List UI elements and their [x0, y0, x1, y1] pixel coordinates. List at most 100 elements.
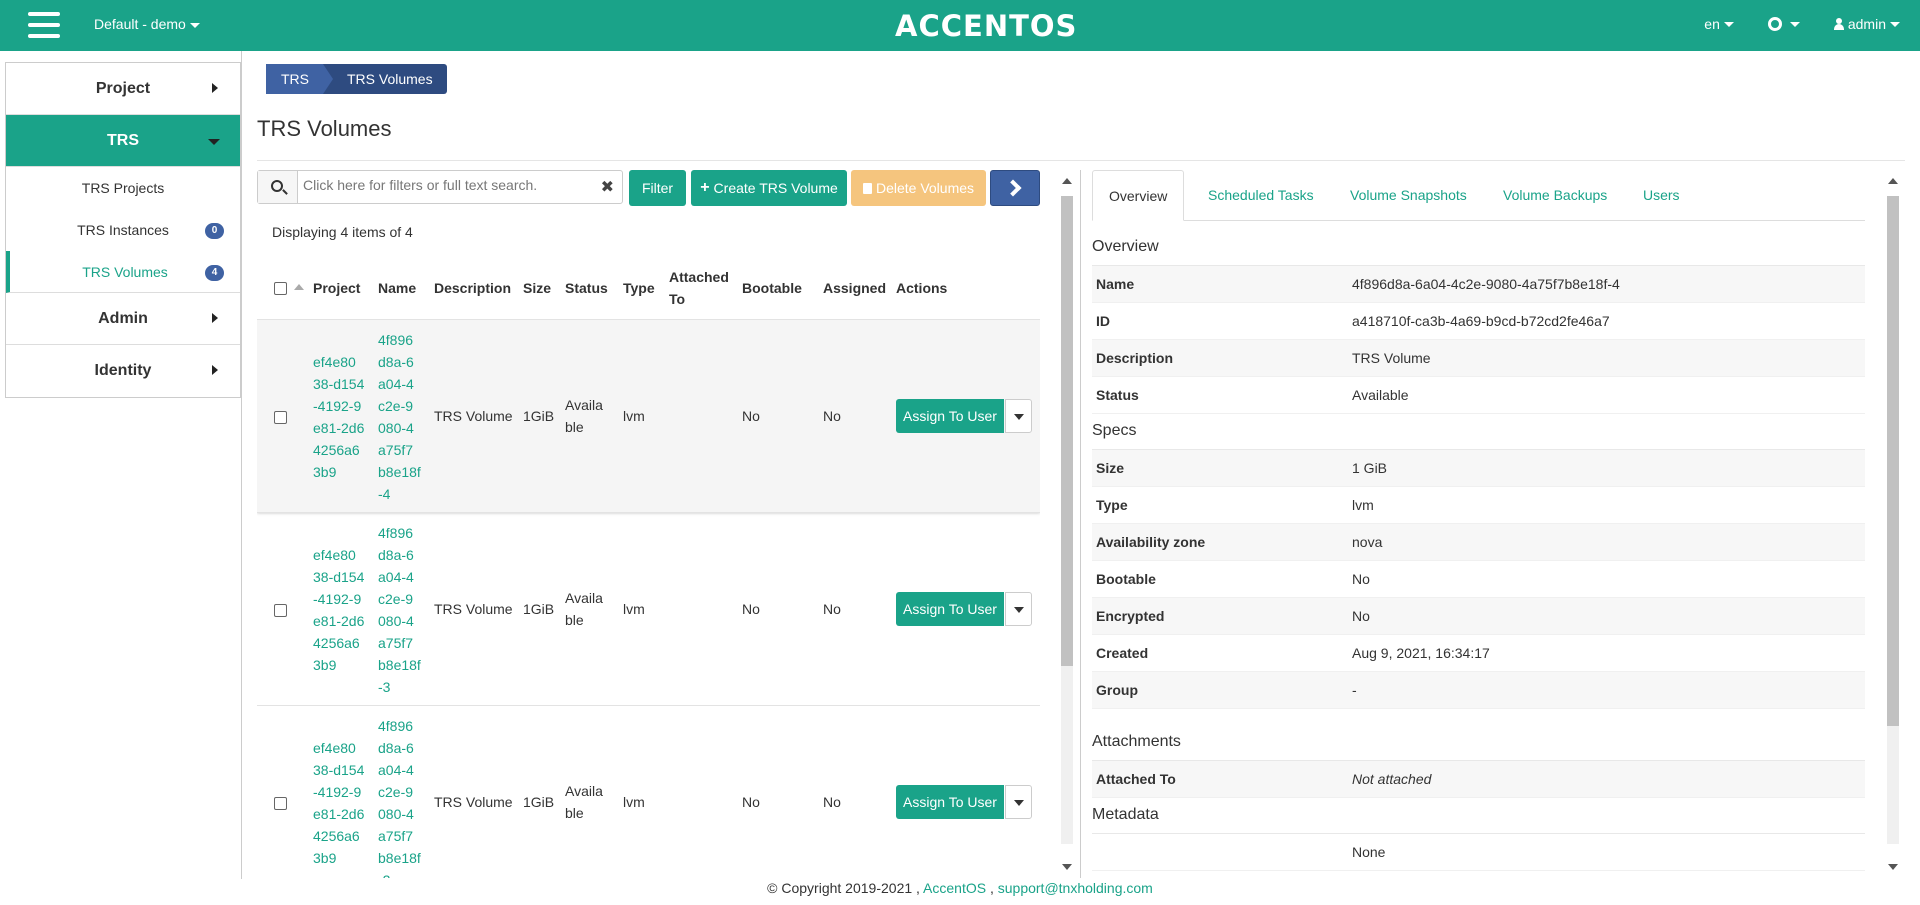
- chevron-right-icon: [1004, 179, 1022, 197]
- assign-to-user-button[interactable]: Assign To User: [896, 592, 1004, 626]
- column-header-project[interactable]: Project: [313, 277, 360, 299]
- create-volume-button[interactable]: + Create TRS Volume: [691, 170, 847, 206]
- select-all-checkbox[interactable]: [274, 279, 287, 301]
- top-right-menu: en admin: [1704, 16, 1900, 32]
- sidebar-section-identity[interactable]: Identity: [6, 345, 240, 397]
- sidebar-section-label: Identity: [94, 362, 152, 379]
- section-title-metadata: Metadata: [1092, 798, 1865, 834]
- column-header-status[interactable]: Status: [565, 277, 608, 299]
- detail-row: None: [1092, 834, 1865, 871]
- sidebar-item-trs-instances[interactable]: TRS Instances 0: [6, 209, 240, 251]
- volume-name-link[interactable]: 4f896d8a-6a04-4c2e-9 080-4a75f7b8e18f-2: [378, 715, 421, 878]
- type-cell: lvm: [623, 408, 645, 424]
- delete-volumes-button[interactable]: Delete Volumes: [851, 170, 986, 206]
- bootable-cell: No: [742, 601, 760, 617]
- search-input[interactable]: [303, 177, 588, 193]
- size-cell: 1GiB: [523, 601, 555, 617]
- sidebar-item-trs-volumes[interactable]: TRS Volumes 4: [6, 251, 240, 293]
- count-badge: 4: [205, 265, 224, 281]
- search-icon: [271, 180, 283, 192]
- search-button[interactable]: [258, 171, 298, 203]
- sidebar-section-project[interactable]: Project: [6, 63, 240, 115]
- scrollbar-thumb[interactable]: [1887, 196, 1899, 726]
- search-box: ✖: [257, 170, 623, 204]
- column-header-name[interactable]: Name: [378, 277, 416, 299]
- sidebar-item-label: TRS Instances: [77, 222, 169, 238]
- sidebar-section-trs[interactable]: TRS: [6, 115, 240, 167]
- section-title-overview: Overview: [1092, 230, 1865, 266]
- actions-dropdown-button[interactable]: [1005, 592, 1032, 626]
- breadcrumb-trs[interactable]: TRS: [266, 64, 333, 94]
- detail-row: Availability zone nova: [1092, 524, 1865, 561]
- size-cell: 1GiB: [523, 408, 555, 424]
- tab-overview[interactable]: Overview: [1092, 170, 1185, 221]
- project-link[interactable]: ef4e80 38-d154 -4192-9 e81-2d6 4256a6 3b9: [313, 544, 364, 676]
- detail-row: Status Available: [1092, 377, 1865, 414]
- support-email-link[interactable]: support@tnxholding.com: [998, 880, 1153, 896]
- sort-icon[interactable]: [294, 284, 304, 290]
- breadcrumb: TRS TRS Volumes: [266, 64, 447, 94]
- table-scrollbar[interactable]: [1058, 178, 1076, 870]
- row-checkbox[interactable]: [274, 601, 287, 623]
- project-link[interactable]: ef4e80 38-d154 -4192-9 e81-2d6 4256a6 3b9: [313, 737, 364, 869]
- scrollbar-thumb[interactable]: [1061, 196, 1073, 666]
- tab-users[interactable]: Users: [1627, 170, 1696, 221]
- sidebar-divider: [241, 51, 242, 879]
- filter-button[interactable]: Filter: [629, 170, 686, 206]
- toggle-detail-button[interactable]: [990, 170, 1040, 206]
- column-header-bootable[interactable]: Bootable: [742, 277, 802, 299]
- top-bar: Default - demo ACCENTOS en admin: [0, 0, 1920, 51]
- table-row[interactable]: ef4e80 38-d154 -4192-9 e81-2d6 4256a6 3b9 4f…: [257, 705, 1040, 878]
- clear-icon[interactable]: ✖: [601, 177, 614, 197]
- scroll-up-icon[interactable]: [1888, 178, 1898, 184]
- assign-to-user-button[interactable]: Assign To User: [896, 785, 1004, 819]
- plus-icon: +: [700, 179, 710, 196]
- actions-dropdown-button[interactable]: [1005, 785, 1032, 819]
- project-selector[interactable]: Default - demo: [94, 16, 200, 32]
- table-row[interactable]: ef4e80 38-d154 -4192-9 e81-2d6 4256a6 3b9 4f…: [257, 319, 1040, 512]
- chevron-down-icon: [208, 139, 220, 145]
- column-header-assigned[interactable]: Assigned: [823, 277, 886, 299]
- detail-row: Group -: [1092, 672, 1865, 709]
- gear-icon: [1767, 17, 1782, 31]
- language-selector[interactable]: en: [1704, 16, 1734, 32]
- detail-panel: Overview Name 4f896d8a-6a04-4c2e-9080-4a7…: [1092, 230, 1865, 878]
- tab-volume-snapshots[interactable]: Volume Snapshots: [1334, 170, 1483, 221]
- chevron-down-icon: [1890, 21, 1900, 27]
- detail-scrollbar[interactable]: [1884, 178, 1902, 870]
- sidebar-item-label: TRS Volumes: [82, 263, 168, 280]
- column-header-line: Attached: [669, 269, 729, 285]
- table-row[interactable]: ef4e80 38-d154 -4192-9 e81-2d6 4256a6 3b9 4f…: [257, 512, 1040, 705]
- scroll-up-icon[interactable]: [1062, 178, 1072, 184]
- menu-toggle-icon[interactable]: [28, 12, 60, 38]
- type-cell: lvm: [623, 601, 645, 617]
- sidebar-section-label: TRS: [107, 131, 139, 149]
- scroll-down-icon[interactable]: [1888, 864, 1898, 870]
- chevron-down-icon: [1789, 21, 1800, 27]
- volume-name-link[interactable]: 4f896 d8a-6 a04-4 c2e-9 080-4 a75f7 b8e18f -3: [378, 522, 421, 698]
- column-header-description[interactable]: Description: [434, 277, 511, 299]
- row-checkbox[interactable]: [274, 408, 287, 430]
- column-header-attached-to[interactable]: Attached To: [669, 266, 729, 310]
- volume-name-link[interactable]: 4f896 d8a-6 a04-4 c2e-9 080-4 a75f7 b8e18f -4: [378, 329, 421, 505]
- project-link[interactable]: ef4e80 38-d154 -4192-9 e81-2d6 4256a6 3b9: [313, 351, 364, 483]
- column-header-size[interactable]: Size: [523, 277, 551, 299]
- footer-separator: ,: [989, 880, 994, 896]
- row-checkbox[interactable]: [274, 794, 287, 816]
- column-header-type[interactable]: Type: [623, 277, 655, 299]
- user-menu[interactable]: admin: [1833, 16, 1900, 32]
- scroll-down-icon[interactable]: [1062, 864, 1072, 870]
- app-logo: ACCENTOS: [895, 9, 1078, 43]
- tab-volume-backups[interactable]: Volume Backups: [1487, 170, 1623, 221]
- bootable-cell: No: [742, 794, 760, 810]
- tab-scheduled-tasks[interactable]: Scheduled Tasks: [1192, 170, 1330, 221]
- assign-to-user-button[interactable]: Assign To User: [896, 399, 1004, 433]
- settings-menu[interactable]: [1767, 16, 1800, 32]
- actions-dropdown-button[interactable]: [1005, 399, 1032, 433]
- brand-link[interactable]: AccentOS: [923, 880, 986, 896]
- section-title-attachments: Attachments: [1092, 725, 1865, 761]
- sidebar-section-admin[interactable]: Admin: [6, 293, 240, 345]
- sidebar-item-trs-projects[interactable]: TRS Projects: [6, 167, 240, 209]
- delete-volumes-label: Delete Volumes: [875, 180, 975, 196]
- status-cell: Availa ble: [565, 590, 603, 628]
